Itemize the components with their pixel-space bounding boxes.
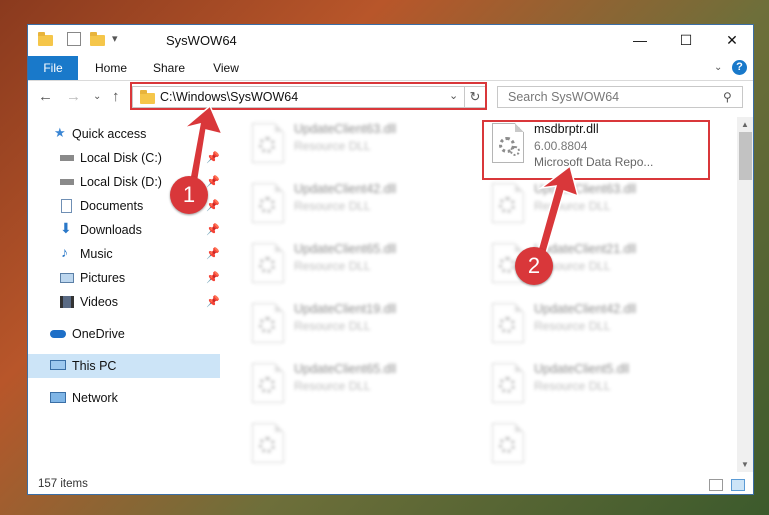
arrow-1	[183, 104, 224, 181]
annotation-arrows	[183, 104, 580, 254]
step-1-badge: 1	[170, 176, 208, 214]
arrow-2	[537, 164, 580, 254]
step-2-badge: 2	[515, 247, 553, 285]
